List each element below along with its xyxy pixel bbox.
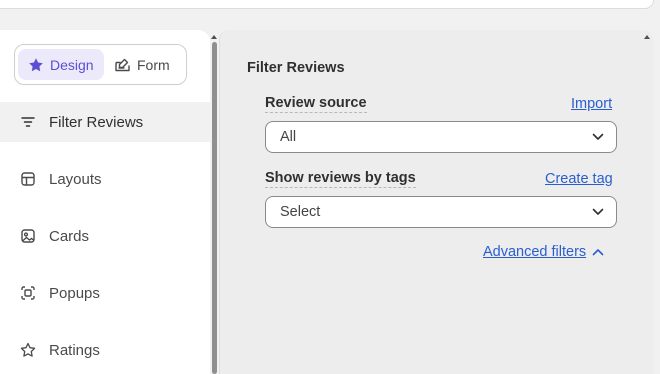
tags-label: Show reviews by tags bbox=[265, 170, 416, 188]
sidebar-item-popups[interactable]: Popups bbox=[0, 273, 210, 313]
sidebar-item-ratings[interactable]: Ratings bbox=[0, 330, 210, 370]
settings-panel: Filter Reviews Review source Import All … bbox=[219, 30, 653, 374]
chevron-up-icon bbox=[592, 248, 604, 256]
chevron-down-icon bbox=[592, 208, 604, 216]
form-tab[interactable]: Form bbox=[104, 49, 180, 80]
sidebar-item-label: Ratings bbox=[49, 341, 100, 359]
sidebar-item-cards[interactable]: Cards bbox=[0, 216, 210, 256]
advanced-filters-link[interactable]: Advanced filters bbox=[483, 244, 586, 260]
review-source-select[interactable]: All bbox=[265, 121, 617, 153]
panel-title: Filter Reviews bbox=[247, 60, 345, 76]
review-source-label: Review source bbox=[265, 95, 367, 113]
import-link[interactable]: Import bbox=[571, 96, 612, 112]
sidebar: Design Form Filter Reviews Layouts Cards… bbox=[0, 30, 210, 374]
advanced-filters-toggle[interactable]: Advanced filters bbox=[483, 244, 604, 260]
sidebar-item-label: Cards bbox=[49, 227, 90, 245]
top-bar bbox=[0, 0, 654, 9]
layout-icon bbox=[20, 171, 36, 187]
sidebar-item-filter-reviews[interactable]: Filter Reviews bbox=[0, 102, 210, 142]
scroll-up-arrow-left[interactable] bbox=[211, 35, 217, 39]
form-edit-icon bbox=[114, 57, 131, 73]
tags-value: Select bbox=[280, 204, 321, 220]
card-image-icon bbox=[20, 228, 36, 244]
sidebar-scrollbar[interactable] bbox=[212, 42, 217, 374]
create-tag-link[interactable]: Create tag bbox=[545, 171, 613, 187]
tags-select[interactable]: Select bbox=[265, 196, 617, 228]
popup-icon bbox=[20, 285, 36, 301]
star-outline-icon bbox=[20, 342, 36, 358]
design-tab-label: Design bbox=[50, 56, 94, 73]
sidebar-item-label: Popups bbox=[49, 284, 100, 302]
mode-toggle: Design Form bbox=[14, 44, 187, 85]
sidebar-item-layouts[interactable]: Layouts bbox=[0, 159, 210, 199]
review-source-value: All bbox=[280, 129, 297, 145]
filter-lines-icon bbox=[20, 114, 36, 130]
chevron-down-icon bbox=[592, 133, 604, 141]
form-tab-label: Form bbox=[137, 56, 170, 73]
design-tab[interactable]: Design bbox=[18, 49, 104, 80]
scroll-up-arrow-right[interactable] bbox=[644, 35, 650, 39]
sidebar-item-label: Layouts bbox=[49, 170, 102, 188]
star-filled-icon bbox=[28, 57, 44, 73]
sidebar-item-label: Filter Reviews bbox=[49, 113, 144, 131]
